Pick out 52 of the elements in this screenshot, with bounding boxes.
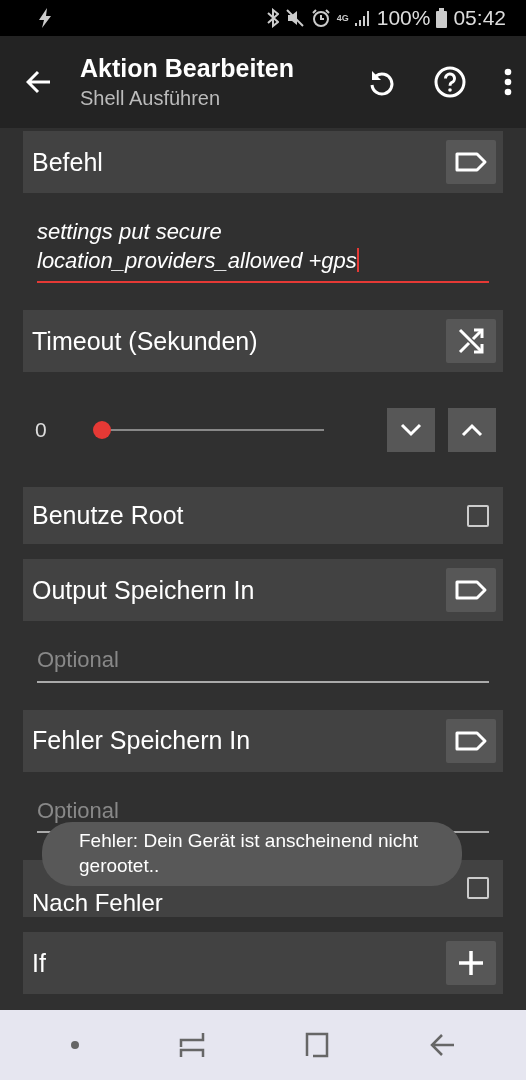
option-label: Nach Fehler xyxy=(32,891,164,918)
recents-icon xyxy=(179,1031,206,1059)
plus-icon xyxy=(457,949,485,978)
bluetooth-icon xyxy=(266,8,279,28)
slider-thumb[interactable] xyxy=(93,420,111,439)
input-field[interactable]: settings put secure location_providers_allowed +gps xyxy=(37,214,489,284)
action-button[interactable] xyxy=(446,718,496,763)
checkbox[interactable] xyxy=(467,504,489,527)
section-title: Befehl xyxy=(32,147,103,177)
label-icon xyxy=(454,579,488,602)
help-icon xyxy=(434,66,466,98)
shuffle-icon xyxy=(456,326,486,357)
decrement-button[interactable] xyxy=(387,407,435,452)
recents-button[interactable] xyxy=(179,1031,206,1059)
mute-icon xyxy=(284,8,305,28)
back-nav-button[interactable] xyxy=(430,1032,457,1058)
chevron-down-icon xyxy=(400,422,422,437)
menu-button[interactable] xyxy=(504,68,512,96)
action-button[interactable] xyxy=(446,568,496,613)
back-arrow-icon xyxy=(26,70,52,94)
overflow-menu-icon xyxy=(504,68,512,96)
battery-icon xyxy=(436,8,448,28)
input-field[interactable]: Optional xyxy=(37,642,489,683)
action-button[interactable] xyxy=(446,140,496,184)
option-label: Benutze Root xyxy=(32,501,185,531)
home-button[interactable] xyxy=(304,1032,331,1058)
error-toast: Fehler: Dein Gerät ist anscheinend nicht gerootet.. xyxy=(42,822,462,886)
label-icon xyxy=(454,729,488,752)
back-button[interactable] xyxy=(26,70,52,94)
window-subtitle: Shell Ausführen xyxy=(80,87,222,110)
label-icon xyxy=(454,151,488,173)
flash-icon xyxy=(38,8,52,28)
action-button[interactable] xyxy=(446,941,496,986)
section-title: Output Speichern In xyxy=(32,575,255,605)
network-type: 4G xyxy=(336,13,349,23)
action-button[interactable] xyxy=(446,319,496,364)
window-title: Aktion Bearbeiten xyxy=(80,54,295,83)
dot-icon xyxy=(69,1040,80,1050)
back-icon xyxy=(430,1032,457,1058)
clock: 05:42 xyxy=(453,6,506,30)
chevron-up-icon xyxy=(461,422,483,437)
alarm-icon xyxy=(310,8,331,28)
checkbox[interactable] xyxy=(467,877,489,900)
increment-button[interactable] xyxy=(448,407,496,452)
section-title: Fehler Speichern In xyxy=(32,726,251,756)
battery-level: 100% xyxy=(376,6,431,30)
section-title: Timeout (Sekunden) xyxy=(32,326,258,356)
home-icon xyxy=(304,1032,331,1058)
help-button[interactable] xyxy=(434,66,466,98)
section-title: If xyxy=(32,948,46,978)
slider-value: 0 xyxy=(35,417,48,442)
signal-icon xyxy=(354,9,371,27)
